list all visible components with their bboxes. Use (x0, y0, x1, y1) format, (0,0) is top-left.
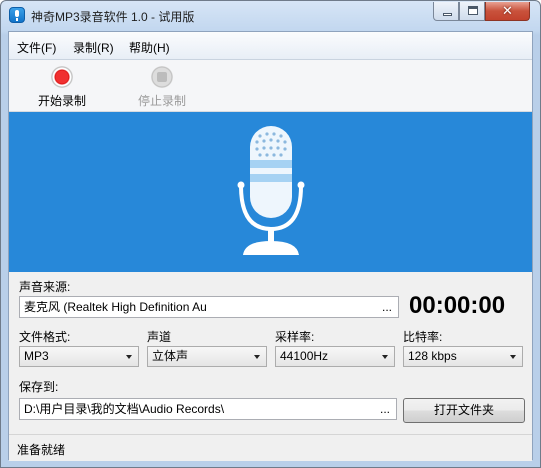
record-icon (51, 66, 73, 88)
save-path-value: D:\用户目录\我的文档\Audio Records\ (24, 402, 225, 416)
chevron-down-icon (382, 355, 388, 359)
menu-record[interactable]: 录制(R) (73, 39, 114, 56)
channel-select[interactable]: 立体声 (147, 346, 267, 367)
save-browse-button[interactable]: ... (380, 399, 390, 419)
bitrate-value: 128 kbps (408, 349, 457, 363)
samplerate-value: 44100Hz (280, 349, 329, 363)
chevron-down-icon (126, 355, 132, 359)
start-record-button[interactable]: 开始录制 (27, 64, 97, 108)
source-browse-button[interactable]: ... (382, 297, 392, 317)
bitrate-label: 比特率: (403, 330, 443, 344)
format-value: MP3 (24, 349, 49, 363)
close-button[interactable]: ✕ (485, 2, 530, 21)
window-title: 神奇MP3录音软件 1.0 - 试用版 (31, 10, 195, 24)
save-path-field[interactable]: D:\用户目录\我的文档\Audio Records\ ... (19, 398, 397, 420)
chevron-down-icon (510, 355, 516, 359)
title-bar[interactable]: 神奇MP3录音软件 1.0 - 试用版 ✕ (1, 1, 540, 31)
microphone-icon (237, 126, 305, 255)
chevron-down-icon (254, 355, 260, 359)
minimize-button[interactable] (433, 2, 459, 21)
menu-bar: 文件(F) 录制(R) 帮助(H) (9, 32, 532, 60)
save-label: 保存到: (19, 380, 59, 394)
status-bar: 准备就绪 (9, 434, 532, 461)
minimize-icon (443, 13, 452, 16)
app-window: 神奇MP3录音软件 1.0 - 试用版 ✕ 文件(F) 录制(R) 帮助(H) … (0, 0, 541, 468)
close-icon: ✕ (502, 3, 513, 18)
format-select[interactable]: MP3 (19, 346, 139, 367)
source-value: 麦克风 (Realtek High Definition Au (24, 300, 207, 314)
stop-record-label: 停止录制 (137, 94, 186, 108)
record-timer: 00:00:00 (409, 292, 506, 319)
start-record-label: 开始录制 (37, 94, 86, 108)
channel-value: 立体声 (152, 349, 189, 363)
client-area: 文件(F) 录制(R) 帮助(H) 开始录制 停止录制 声音来源: 麦克风 (R… (8, 31, 533, 461)
settings-panel: 声音来源: 麦克风 (Realtek High Definition Au ..… (9, 272, 532, 434)
menu-file[interactable]: 文件(F) (17, 39, 56, 56)
stop-record-button[interactable]: 停止录制 (127, 64, 197, 108)
samplerate-label: 采样率: (275, 330, 315, 344)
source-field[interactable]: 麦克风 (Realtek High Definition Au ... (19, 296, 399, 318)
status-text: 准备就绪 (17, 443, 66, 457)
maximize-icon (468, 6, 478, 15)
channel-label: 声道 (147, 330, 172, 344)
maximize-button[interactable] (459, 2, 485, 21)
samplerate-select[interactable]: 44100Hz (275, 346, 395, 367)
stop-icon (151, 66, 173, 88)
source-label: 声音来源: (19, 280, 71, 294)
open-folder-button[interactable]: 打开文件夹 (403, 398, 525, 423)
menu-help[interactable]: 帮助(H) (129, 39, 170, 56)
app-mic-icon (9, 7, 25, 23)
bitrate-select[interactable]: 128 kbps (403, 346, 523, 367)
format-label: 文件格式: (19, 330, 71, 344)
microphone-banner (9, 112, 532, 272)
toolbar: 开始录制 停止录制 (9, 60, 532, 112)
